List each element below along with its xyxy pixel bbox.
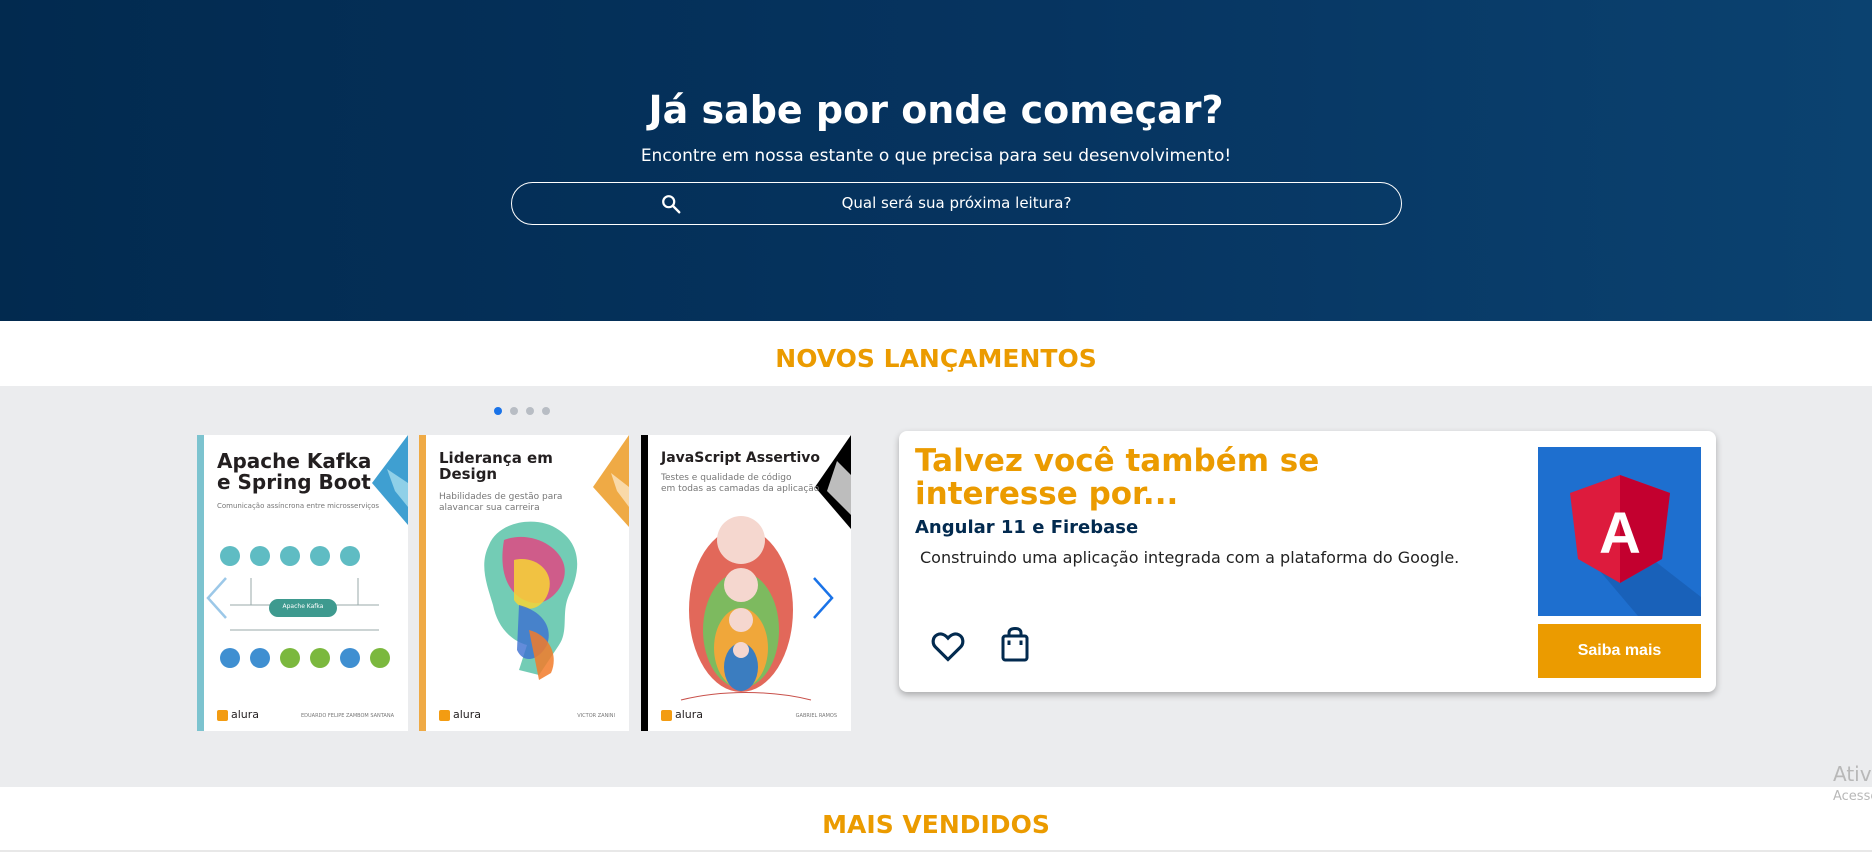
- book-title: Apache Kafka e Spring Boot: [217, 449, 372, 494]
- recommendation-card: Talvez você também se interesse por... A…: [899, 431, 1716, 692]
- book-title: JavaScript Assertivo: [661, 450, 821, 466]
- windows-activation-watermark-line2: Acesse: [1833, 789, 1872, 804]
- chevron-right-icon[interactable]: [810, 575, 836, 621]
- book-author: EDUARDO FELIPE ZAMBOM SANTANA: [300, 713, 394, 719]
- publisher-logo: alura: [661, 708, 703, 721]
- book-subtitle: Habilidades de gestão para alavancar sua…: [439, 492, 563, 514]
- angular-logo-icon: A: [1570, 475, 1701, 616]
- recommended-book-description: Construindo uma aplicação integrada com …: [920, 548, 1460, 567]
- book-title: Liderança em Design: [439, 449, 553, 483]
- recommended-book-title[interactable]: Angular 11 e Firebase: [915, 517, 1138, 538]
- book-author: VICTOR ZANINI: [577, 713, 615, 719]
- chevron-left-icon[interactable]: [204, 575, 230, 621]
- book-author: GABRIEL RAMOS: [795, 713, 837, 719]
- section-title-novos-lancamentos: NOVOS LANÇAMENTOS: [775, 344, 1097, 373]
- carousel-dot-1[interactable]: [494, 407, 502, 415]
- book-cover-lideranca-em-design[interactable]: Liderança em Design Habilidades de gestã…: [419, 435, 629, 731]
- hero-title: Já sabe por onde começar?: [648, 88, 1224, 132]
- publisher-logo: alura: [217, 708, 259, 721]
- windows-activation-watermark-line1: Ativa: [1833, 762, 1872, 786]
- recommendation-title: Talvez você também se interesse por...: [915, 443, 1320, 512]
- search-placeholder[interactable]: Qual será sua próxima leitura?: [512, 194, 1401, 212]
- hero-subtitle: Encontre em nossa estante o que precisa …: [640, 146, 1232, 166]
- recommended-book-cover[interactable]: A: [1538, 447, 1701, 616]
- saiba-mais-button[interactable]: Saiba mais: [1538, 624, 1701, 678]
- carousel-dot-4[interactable]: [542, 407, 550, 415]
- angular-logo-letter: A: [1599, 501, 1641, 566]
- book-subtitle: Comunicação assíncrona entre microsservi…: [217, 502, 380, 510]
- section-title-mais-vendidos: MAIS VENDIDOS: [822, 810, 1050, 839]
- publisher-logo: alura: [439, 708, 481, 721]
- book-subtitle: Testes e qualidade de código em todas as…: [661, 473, 820, 495]
- shopping-bag-icon[interactable]: [1000, 627, 1030, 663]
- search-input[interactable]: Qual será sua próxima leitura?: [511, 182, 1402, 225]
- carousel-dot-3[interactable]: [526, 407, 534, 415]
- kafka-center-label: Apache Kafka: [282, 603, 324, 610]
- heart-icon[interactable]: [929, 627, 967, 665]
- hero-banner: Já sabe por onde começar? Encontre em no…: [0, 0, 1872, 321]
- carousel-dot-2[interactable]: [510, 407, 518, 415]
